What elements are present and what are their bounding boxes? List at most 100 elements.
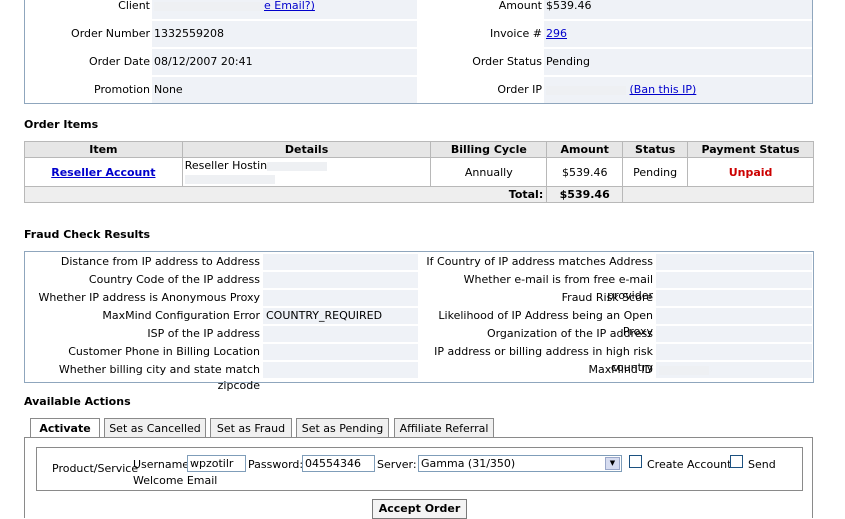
total-row: Total: $539.46 [23, 186, 814, 203]
tab-set-as-fraud[interactable]: Set as Fraud [210, 418, 292, 437]
invoice-value: 296 [544, 21, 812, 47]
redacted-details [267, 161, 328, 171]
welcome-email-label: Welcome Email [133, 474, 218, 487]
fraud-check-title: Fraud Check Results [24, 228, 151, 241]
order-date-value: 08/12/2007 20:41 [152, 49, 417, 75]
order-items-table: Item Details Billing Cycle Amount Status… [23, 141, 814, 203]
promotion-label: Promotion [94, 83, 150, 96]
fraud-right-label-0: If Country of IP address matches Address [426, 255, 653, 268]
col-header-payment-status: Payment Status [687, 141, 814, 158]
order-items-header-row: Item Details Billing Cycle Amount Status… [24, 141, 814, 158]
redacted-ip-address [546, 85, 626, 95]
create-account-label: Create Account [647, 458, 732, 471]
tab-set-as-cancelled[interactable]: Set as Cancelled [104, 418, 206, 437]
fraud-left-value-1 [263, 272, 418, 288]
fraud-right-label-6: MaxMind ID [588, 363, 653, 376]
table-row: Reseller Account Reseller Hostin Annuall… [24, 157, 814, 187]
client-email-link[interactable]: e Email?) [264, 0, 315, 12]
status-cell: Pending [622, 157, 689, 187]
order-status-label: Order Status [472, 55, 542, 68]
redacted-client-name [154, 1, 264, 11]
fraud-left-label-1: Country Code of the IP address [88, 273, 260, 286]
fraud-right-value-2 [656, 290, 812, 306]
fraud-right-label-4: Organization of the IP address [486, 327, 653, 340]
fraud-left-value-3: COUNTRY_REQUIRED [263, 308, 418, 324]
fraud-left-value-6 [263, 362, 418, 378]
total-value: $539.46 [546, 186, 624, 203]
fraud-left-label-2: Whether IP address is Anonymous Proxy [38, 291, 260, 304]
fraud-right-label-5: IP address or billing address in high ri… [434, 345, 653, 374]
col-header-status: Status [622, 141, 689, 158]
fraud-left-label-3: MaxMind Configuration Error [102, 309, 260, 322]
amount-label: Amount [498, 0, 542, 12]
total-label: Total: [23, 186, 547, 203]
invoice-label: Invoice # [489, 27, 542, 40]
col-header-amount: Amount [546, 141, 624, 158]
server-label: Server: [377, 458, 417, 471]
order-ip-label: Order IP [497, 83, 542, 96]
fraud-left-label-6: Whether billing city and state match zip… [58, 363, 260, 392]
accept-order-button[interactable]: Accept Order [372, 499, 467, 519]
fraud-right-value-4 [656, 326, 812, 342]
fraud-left-label-0: Distance from IP address to Address [60, 255, 260, 268]
username-input[interactable]: wpzotilr [187, 455, 246, 472]
client-label: Client [118, 0, 150, 12]
send-label: Send [748, 458, 776, 471]
fraud-right-value-6 [656, 362, 812, 378]
create-account-checkbox[interactable] [629, 455, 642, 468]
fraud-check-panel: Distance from IP address to Address Coun… [24, 251, 814, 392]
summary-row-client: Client e Email?) Amount $539.46 [25, 0, 812, 19]
order-summary-panel: Client e Email?) Amount $539.46 Order Nu… [24, 0, 813, 104]
redacted-details-line2 [184, 174, 275, 184]
password-input[interactable]: 04554346 [302, 455, 375, 472]
fraud-left-value-5 [263, 344, 418, 360]
summary-row-order-number: Order Number 1332559208 Invoice # 296 [25, 21, 812, 47]
col-header-details: Details [181, 141, 432, 158]
col-header-item: Item [24, 141, 183, 158]
password-label: Password: [248, 458, 304, 471]
order-items-title: Order Items [24, 118, 99, 131]
fraud-right-label-1: Whether e-mail is from free e-mail provi… [463, 273, 653, 302]
tab-activate[interactable]: Activate [30, 418, 100, 438]
billing-cycle-cell: Annually [430, 157, 548, 187]
summary-row-promotion: Promotion None Order IP (Ban this IP) [25, 77, 812, 103]
order-ip-value: (Ban this IP) [544, 77, 812, 103]
tab-affiliate-referral[interactable]: Affiliate Referral [394, 418, 494, 437]
order-number-label: Order Number [71, 27, 150, 40]
fraud-left-value-4 [263, 326, 418, 342]
server-select-value: Gamma (31/350) [421, 457, 516, 470]
total-empty-cell [622, 186, 814, 203]
available-actions-title: Available Actions [24, 395, 131, 408]
chevron-down-icon[interactable]: ▼ [605, 457, 620, 470]
fraud-left-value-2 [263, 290, 418, 306]
invoice-link[interactable]: 296 [546, 27, 567, 40]
fraud-left-label-5: Customer Phone in Billing Location [68, 345, 260, 358]
summary-row-order-date: Order Date 08/12/2007 20:41 Order Status… [25, 49, 812, 75]
fraud-left-value-0 [263, 254, 418, 270]
order-status-value: Pending [544, 49, 812, 75]
details-text: Reseller Hostin [184, 159, 268, 172]
activate-panel: Product/Service Username: wpzotilr Passw… [24, 437, 813, 519]
order-date-label: Order Date [88, 55, 150, 68]
product-service-row: Product/Service Username: wpzotilr Passw… [36, 447, 803, 491]
amount-cell: $539.46 [546, 157, 624, 187]
col-header-billing-cycle: Billing Cycle [430, 141, 548, 158]
payment-status-cell: Unpaid [687, 157, 814, 187]
promotion-value: None [152, 77, 417, 103]
client-value: e Email?) [152, 0, 417, 19]
ban-ip-link[interactable]: (Ban this IP) [630, 83, 697, 96]
fraud-right-label-2: Fraud Risk Score [561, 291, 653, 304]
fraud-right-value-0 [656, 254, 812, 270]
redacted-maxmind-id [659, 365, 709, 375]
fraud-right-value-5 [656, 344, 812, 360]
tab-set-as-pending[interactable]: Set as Pending [296, 418, 389, 437]
reseller-account-link[interactable]: Reseller Account [51, 166, 155, 179]
fraud-left-label-4: ISP of the IP address [147, 327, 260, 340]
fraud-right-value-1 [656, 272, 812, 288]
amount-value: $539.46 [544, 0, 812, 19]
server-select[interactable]: Gamma (31/350) ▼ [418, 455, 622, 472]
send-welcome-email-checkbox[interactable] [730, 455, 743, 468]
username-label: Username: [133, 458, 193, 471]
order-number-value: 1332559208 [152, 21, 417, 47]
product-service-label: Product/Service [52, 462, 139, 475]
